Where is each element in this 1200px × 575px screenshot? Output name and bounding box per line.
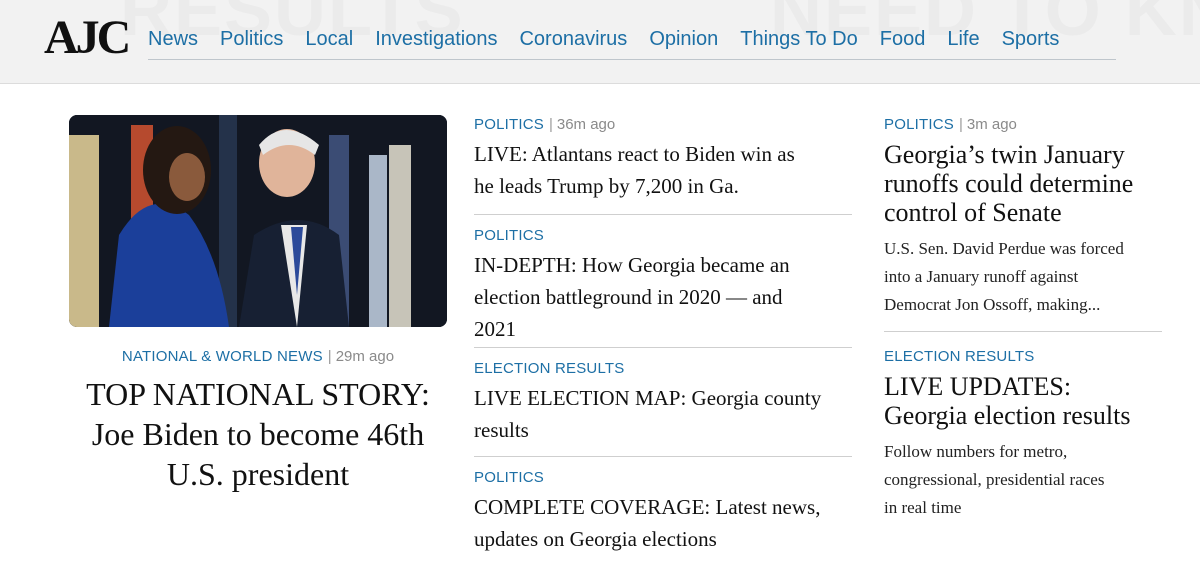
headline-line: he leads Trump by 7,200 in Ga.: [474, 174, 739, 198]
headline-line: LIVE UPDATES:: [884, 372, 1072, 401]
headline-line: updates on Georgia elections: [474, 527, 717, 551]
story-summary: U.S. Sen. David Perdue was forced into a…: [884, 235, 1162, 319]
main-nav: News Politics Local Investigations Coron…: [148, 28, 1116, 60]
nav-link-life[interactable]: Life: [947, 28, 979, 51]
headline-line: control of Senate: [884, 198, 1062, 227]
section-label[interactable]: ELECTION RESULTS: [884, 348, 1034, 365]
divider: |: [327, 348, 332, 365]
story-headline[interactable]: LIVE: Atlantans react to Biden win as he…: [474, 138, 852, 202]
headline-line: election battleground in 2020 — and: [474, 285, 783, 309]
summary-line: into a January runoff against: [884, 267, 1079, 286]
nav-link-coronavirus[interactable]: Coronavirus: [519, 28, 627, 51]
headline-line: LIVE ELECTION MAP: Georgia county: [474, 386, 822, 410]
nav-link-politics[interactable]: Politics: [220, 28, 283, 51]
nav-link-local[interactable]: Local: [305, 28, 353, 51]
summary-line: in real time: [884, 498, 962, 517]
site-header: RESULTS NEED TO KNOW AJC News Politics L…: [0, 0, 1200, 84]
headline-line: LIVE: Atlantans react to Biden win as: [474, 142, 795, 166]
right-column: POLITICS | 3m ago Georgia’s twin January r…: [884, 116, 1162, 522]
section-label[interactable]: ELECTION RESULTS: [474, 360, 624, 377]
headline-line: 2021: [474, 317, 516, 341]
headline-line: Georgia election results: [884, 401, 1131, 430]
nav-link-investigations[interactable]: Investigations: [375, 28, 497, 51]
section-label[interactable]: POLITICS: [474, 227, 544, 244]
nav-link-news[interactable]: News: [148, 28, 198, 51]
story-card[interactable]: POLITICS IN-DEPTH: How Georgia became an…: [474, 215, 852, 348]
summary-line: U.S. Sen. David Perdue was forced: [884, 239, 1124, 258]
section-label[interactable]: POLITICS: [474, 116, 544, 133]
timestamp: 3m ago: [966, 116, 1017, 133]
story-headline[interactable]: IN-DEPTH: How Georgia became an election…: [474, 249, 852, 345]
middle-column: POLITICS | 36m ago LIVE: Atlantans react t…: [474, 116, 852, 555]
lead-story-photo[interactable]: [69, 115, 447, 327]
nav-link-food[interactable]: Food: [880, 28, 926, 51]
nav-link-sports[interactable]: Sports: [1002, 28, 1060, 51]
headline-line: Georgia’s twin January: [884, 140, 1125, 169]
headline-line: COMPLETE COVERAGE: Latest news,: [474, 495, 821, 519]
nav-link-opinion[interactable]: Opinion: [649, 28, 718, 51]
story-headline[interactable]: LIVE ELECTION MAP: Georgia county result…: [474, 382, 852, 446]
story-card[interactable]: POLITICS | 36m ago LIVE: Atlantans react t…: [474, 116, 852, 215]
story-card[interactable]: POLITICS COMPLETE COVERAGE: Latest news,…: [474, 457, 852, 555]
site-logo[interactable]: AJC: [44, 10, 131, 65]
headline-line: U.S. president: [166, 456, 350, 492]
headline-line: results: [474, 418, 529, 442]
headline-line: IN-DEPTH: How Georgia became an: [474, 253, 790, 277]
summary-line: Democrat Jon Ossoff, making...: [884, 295, 1101, 314]
lead-photo-illustration: [69, 115, 447, 327]
story-card[interactable]: ELECTION RESULTS LIVE UPDATES: Georgia e…: [884, 332, 1162, 522]
headline-line: TOP NATIONAL STORY:: [86, 376, 430, 412]
lead-headline[interactable]: TOP NATIONAL STORY: Joe Biden to become …: [60, 374, 456, 494]
story-headline[interactable]: LIVE UPDATES: Georgia election results: [884, 372, 1162, 430]
story-card[interactable]: POLITICS | 3m ago Georgia’s twin January r…: [884, 116, 1162, 332]
section-label[interactable]: POLITICS: [884, 116, 954, 133]
story-card[interactable]: ELECTION RESULTS LIVE ELECTION MAP: Geor…: [474, 348, 852, 457]
story-headline[interactable]: Georgia’s twin January runoffs could det…: [884, 140, 1162, 227]
divider: |: [548, 116, 553, 133]
summary-line: congressional, presidential races: [884, 470, 1105, 489]
summary-line: Follow numbers for metro,: [884, 442, 1068, 461]
story-headline[interactable]: COMPLETE COVERAGE: Latest news, updates …: [474, 491, 852, 555]
headline-line: Joe Biden to become 46th: [91, 416, 425, 452]
headline-line: runoffs could determine: [884, 169, 1134, 198]
nav-link-things-to-do[interactable]: Things To Do: [740, 28, 857, 51]
timestamp: 36m ago: [556, 116, 616, 133]
divider: |: [958, 116, 963, 133]
lead-timestamp: 29m ago: [335, 348, 395, 365]
lead-section-label[interactable]: NATIONAL & WORLD NEWS: [122, 348, 323, 365]
section-label[interactable]: POLITICS: [474, 469, 544, 486]
lead-story[interactable]: NATIONAL & WORLD NEWS | 29m ago TOP NATION…: [60, 348, 456, 494]
story-summary: Follow numbers for metro, congressional,…: [884, 438, 1162, 522]
